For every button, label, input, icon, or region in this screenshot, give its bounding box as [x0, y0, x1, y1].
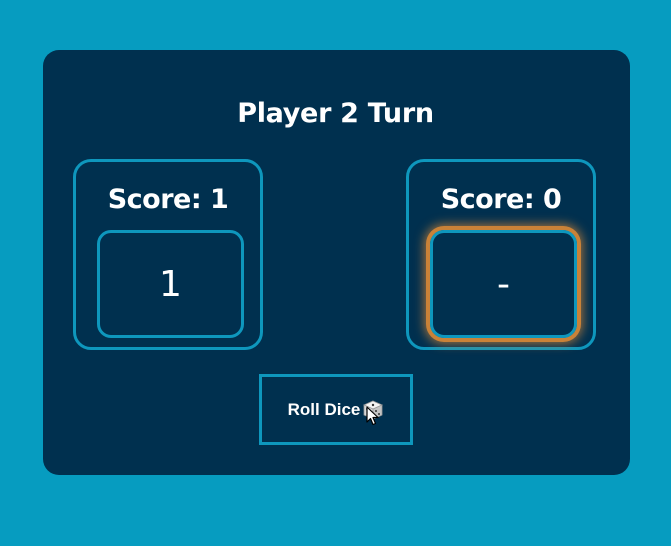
- player-2-panel: Score: 0 -: [406, 159, 596, 350]
- player-1-panel: Score: 1 1: [73, 159, 263, 350]
- mouse-cursor-icon: [366, 406, 379, 426]
- turn-title: Player 2 Turn: [237, 98, 434, 129]
- player-1-score: Score: 1: [107, 184, 229, 215]
- player-2-die: -: [430, 230, 577, 338]
- roll-dice-label: Roll Dice: [287, 399, 361, 419]
- player-1-die: 1: [97, 230, 244, 338]
- roll-dice-button[interactable]: Roll Dice: [259, 374, 413, 445]
- player-2-score: Score: 0: [440, 184, 562, 215]
